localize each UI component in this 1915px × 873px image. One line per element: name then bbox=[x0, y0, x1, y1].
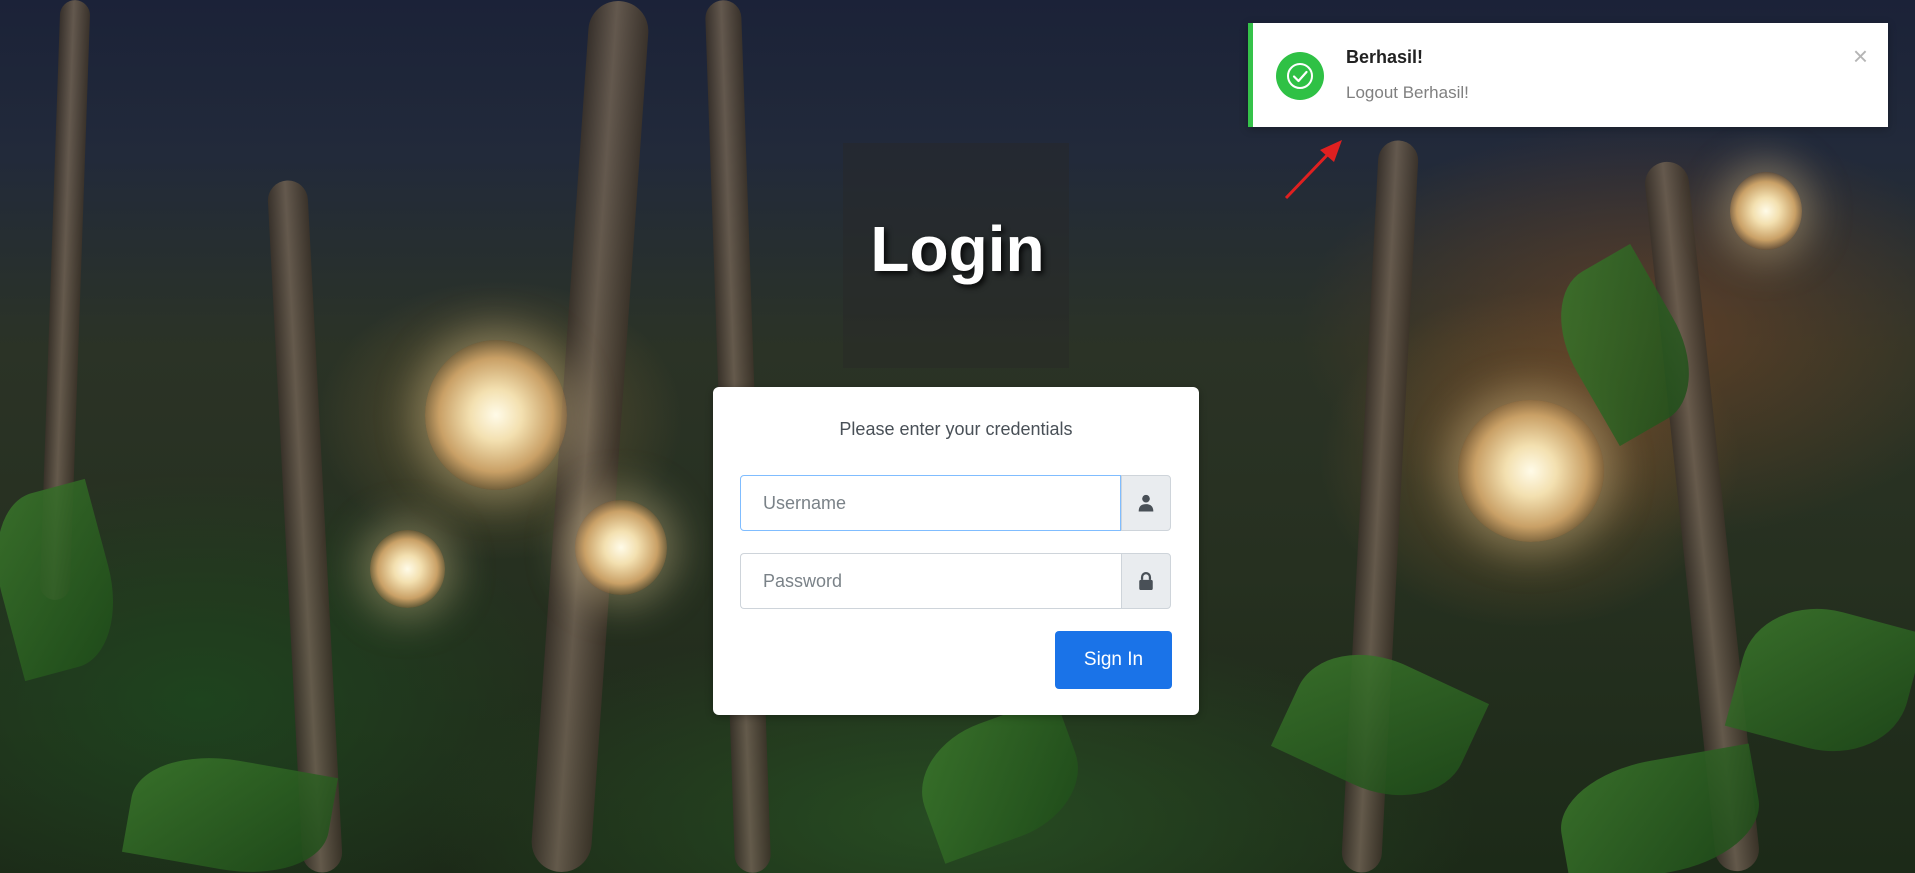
login-card: Please enter your credentials Sign In bbox=[713, 387, 1199, 715]
username-input-group bbox=[740, 475, 1171, 531]
username-input[interactable] bbox=[740, 475, 1121, 531]
lock-icon bbox=[1121, 553, 1171, 609]
toast-message: Logout Berhasil! bbox=[1346, 83, 1469, 102]
check-circle-icon bbox=[1276, 52, 1324, 100]
user-icon bbox=[1121, 475, 1171, 531]
credentials-message: Please enter your credentials bbox=[839, 419, 1073, 439]
success-toast: Berhasil! Logout Berhasil! × bbox=[1248, 23, 1888, 127]
password-input-group bbox=[740, 553, 1171, 609]
login-page: Login Please enter your credentials Sign… bbox=[0, 0, 1915, 873]
sign-in-button[interactable]: Sign In bbox=[1055, 631, 1172, 689]
close-icon[interactable]: × bbox=[1853, 43, 1868, 69]
page-title: Login bbox=[870, 213, 1045, 285]
annotation-arrow-icon bbox=[1284, 140, 1342, 200]
password-input[interactable] bbox=[740, 553, 1121, 609]
toast-title: Berhasil! bbox=[1346, 47, 1424, 67]
